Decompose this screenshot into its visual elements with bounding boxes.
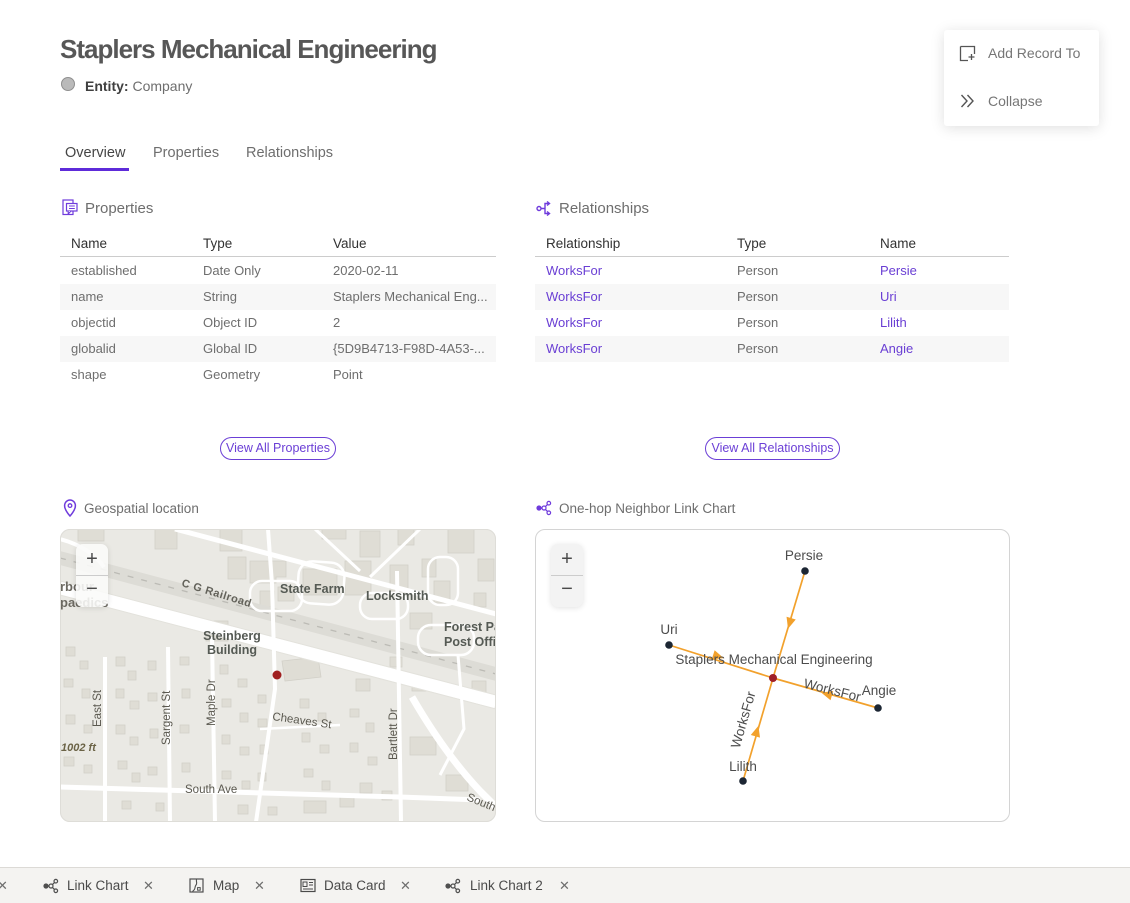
- svg-text:Staplers Mechanical Engineerin: Staplers Mechanical Engineering: [675, 652, 872, 667]
- svg-text:Building: Building: [207, 643, 257, 657]
- svg-text:Sargent St: Sargent St: [161, 690, 173, 745]
- svg-text:Persie: Persie: [785, 548, 823, 563]
- svg-text:Steinberg: Steinberg: [203, 629, 261, 643]
- svg-text:South Ave: South Ave: [185, 784, 237, 796]
- svg-text:Forest Par: Forest Par: [444, 620, 496, 634]
- svg-text:Locksmith: Locksmith: [366, 589, 429, 603]
- svg-text:WorksFor: WorksFor: [802, 676, 863, 705]
- svg-text:East St: East St: [92, 689, 104, 727]
- svg-text:Bartlett Dr: Bartlett Dr: [388, 708, 400, 760]
- svg-text:Maple Dr: Maple Dr: [206, 679, 218, 726]
- svg-text:Post Office: Post Office: [444, 635, 496, 649]
- svg-text:Lilith: Lilith: [729, 759, 757, 774]
- svg-text:1002 ft: 1002 ft: [61, 742, 97, 754]
- svg-text:Uri: Uri: [660, 622, 677, 637]
- svg-text:Angie: Angie: [862, 683, 897, 698]
- svg-text:State Farm: State Farm: [280, 582, 345, 596]
